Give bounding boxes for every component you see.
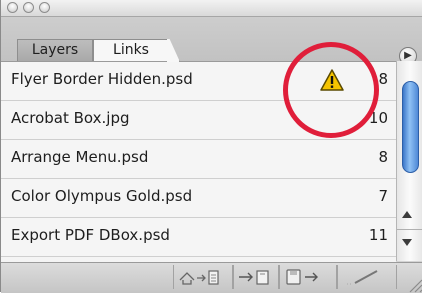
link-page-number: 8 [378,148,388,166]
link-name: Flyer Border Hidden.psd [11,70,193,88]
link-row[interactable]: Color Olympus Gold.psd 7 [1,179,396,218]
link-name: Arrange Menu.psd [11,148,149,166]
minimize-window-button[interactable] [23,2,34,13]
edit-original-button[interactable] [337,265,397,289]
link-page-number: 11 [368,226,388,244]
link-page-number: 7 [378,187,388,205]
vertical-scrollbar[interactable] [396,61,422,261]
tab-layers-label: Layers [31,42,79,58]
tab-layers[interactable]: Layers [17,39,93,61]
link-name: Export PDF DBox.psd [11,226,170,244]
close-window-button[interactable] [7,2,18,13]
resize-grip-icon[interactable] [405,275,422,293]
links-panel-window: Layers Links ▶ Flyer Border Hidden.psd 8… [0,0,422,293]
go-to-link-button[interactable] [233,265,279,289]
scroll-up-arrow-icon[interactable] [402,211,412,218]
scrollbar-thumb[interactable] [402,81,419,173]
link-row[interactable]: Export PDF DBox.psd 11 [1,218,396,257]
relink-button[interactable] [173,265,233,289]
panel-footer-toolbar [1,262,422,293]
edit-original-icon [347,270,378,285]
go-to-link-icon [239,270,269,285]
link-name: Color Olympus Gold.psd [11,187,193,205]
link-name: Acrobat Box.jpg [11,109,130,127]
triangle-right-icon: ▶ [404,50,412,61]
tab-links[interactable]: Links [93,39,169,61]
title-bar [1,0,422,17]
scroll-arrow-divider [397,229,422,230]
link-page-number: 8 [378,70,388,88]
tab-links-label: Links [113,42,149,58]
relink-icon [179,270,219,285]
scroll-down-arrow-icon[interactable] [402,239,412,246]
update-link-button[interactable] [279,265,337,289]
red-highlight-circle [283,42,379,138]
link-row[interactable]: Arrange Menu.psd 8 [1,140,396,179]
update-link-icon [286,269,318,285]
zoom-window-button[interactable] [39,2,50,13]
